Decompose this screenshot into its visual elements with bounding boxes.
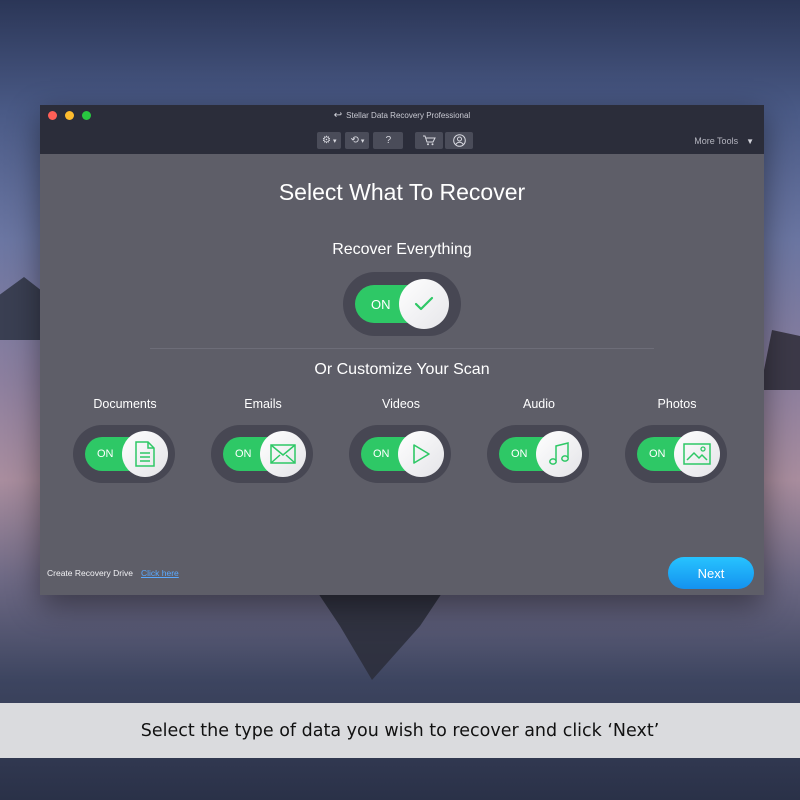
title-bar: ↩ Stellar Data Recovery Professional ⚙ ▾ ⟲…	[40, 105, 764, 154]
chevron-down-icon: ▼	[746, 137, 754, 146]
category-audio: Audio ON	[487, 397, 591, 483]
toggle-state-label: ON	[511, 448, 528, 460]
toggle-state-label: ON	[235, 448, 252, 460]
toggle-knob	[398, 431, 444, 477]
category-videos: Videos ON	[349, 397, 453, 483]
user-icon	[453, 134, 466, 147]
click-here-link[interactable]: Click here	[141, 568, 179, 578]
cart-icon	[423, 135, 437, 146]
page-title: Select What To Recover	[278, 179, 526, 205]
category-photos: Photos ON	[625, 397, 729, 483]
help-button[interactable]: ?	[373, 132, 404, 149]
category-documents: Documents ON	[73, 397, 177, 483]
customize-scan-label: Or Customize Your Scan	[314, 361, 490, 378]
recover-everything-label: Recover Everything	[332, 241, 472, 258]
play-icon	[413, 444, 430, 464]
toggle-state-label: ON	[649, 448, 666, 460]
envelope-icon	[270, 444, 296, 464]
settings-button[interactable]: ⚙ ▾	[317, 132, 342, 149]
audio-toggle[interactable]: ON	[487, 425, 589, 483]
instruction-caption: Select the type of data you wish to reco…	[140, 720, 660, 741]
documents-toggle[interactable]: ON	[73, 425, 175, 483]
toggle-knob	[536, 431, 582, 477]
category-label: Videos	[382, 397, 420, 411]
toggle-state-label: ON	[371, 297, 391, 312]
create-recovery-drive: Create Recovery Drive Click here	[47, 568, 179, 578]
cart-button[interactable]	[415, 132, 444, 149]
app-title: ↩ Stellar Data Recovery Professional	[40, 110, 764, 121]
section-divider	[150, 348, 654, 349]
next-button[interactable]: Next	[668, 557, 754, 589]
help-icon: ?	[385, 135, 392, 146]
instruction-caption-bar: Select the type of data you wish to reco…	[0, 703, 800, 758]
toolbar-account-group	[415, 132, 474, 149]
desktop-island	[316, 590, 444, 680]
app-title-text: Stellar Data Recovery Professional	[346, 111, 471, 120]
app-window: ↩ Stellar Data Recovery Professional ⚙ ▾ ⟲…	[40, 105, 764, 595]
toggle-knob	[122, 431, 168, 477]
desktop-rock	[760, 330, 800, 390]
category-label: Audio	[523, 397, 555, 411]
image-icon	[683, 443, 711, 465]
category-label: Documents	[93, 397, 157, 411]
photos-toggle[interactable]: ON	[625, 425, 727, 483]
gear-icon: ⚙	[322, 135, 331, 146]
more-tools-menu[interactable]: More Tools ▼	[694, 136, 754, 146]
music-note-icon	[549, 442, 569, 465]
toggle-knob	[674, 431, 720, 477]
checkmark-icon	[414, 296, 434, 311]
create-recovery-drive-label: Create Recovery Drive	[47, 568, 133, 578]
toggle-knob	[399, 279, 449, 329]
toggle-knob	[260, 431, 306, 477]
toolbar: ⚙ ▾ ⟲ ▾ ?	[317, 132, 474, 149]
more-tools-label: More Tools	[694, 136, 739, 146]
emails-toggle[interactable]: ON	[211, 425, 313, 483]
toggle-state-label: ON	[373, 448, 390, 460]
videos-toggle[interactable]: ON	[349, 425, 451, 483]
chevron-down-icon: ▾	[360, 137, 365, 145]
category-label: Emails	[244, 397, 282, 411]
history-button[interactable]: ⟲ ▾	[345, 132, 370, 149]
category-emails: Emails ON	[211, 397, 315, 483]
toggle-state-label: ON	[97, 448, 114, 460]
account-button[interactable]	[445, 132, 474, 149]
document-icon	[135, 441, 155, 467]
recover-everything-toggle[interactable]: ON	[343, 272, 461, 336]
history-icon: ⟲	[350, 135, 359, 146]
chevron-down-icon: ▾	[332, 137, 337, 145]
back-arrow-icon[interactable]: ↩	[334, 110, 342, 121]
category-label: Photos	[657, 397, 697, 411]
